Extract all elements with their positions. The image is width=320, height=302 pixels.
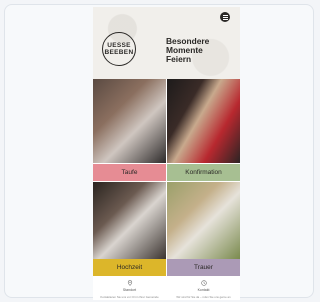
menu-button[interactable]: [220, 12, 230, 22]
brand-logo[interactable]: UESSE BEEBEN: [102, 32, 136, 66]
footer-contact-title: Kontakt: [197, 288, 210, 292]
footer-location[interactable]: Standort Kontaktieren Sie uns vor Ort in…: [93, 280, 166, 299]
taufe-photo: [93, 79, 166, 163]
konfirmation-photo: [167, 79, 240, 163]
tile-konfirmation[interactable]: Konfirmation: [167, 79, 240, 181]
app-footer: Standort Kontaktieren Sie uns vor Ort in…: [93, 276, 240, 300]
hochzeit-photo: [93, 182, 166, 259]
trauer-photo: [167, 182, 240, 259]
location-pin-icon: [127, 280, 132, 286]
tile-hochzeit[interactable]: Hochzeit: [93, 182, 166, 276]
app-header: UESSE BEEBEN Besondere Momente Feiern: [93, 7, 240, 79]
footer-location-title: Standort: [122, 288, 137, 292]
tile-taufe[interactable]: Taufe: [93, 79, 166, 181]
page-headline: Besondere Momente Feiern: [166, 37, 236, 64]
tile-label: Trauer: [167, 259, 240, 276]
footer-location-text: Kontaktieren Sie uns vor Ort in Ihrer Ge…: [100, 295, 159, 299]
logo-line-2: BEEBEN: [104, 49, 134, 56]
footer-contact[interactable]: Kontakt Wir sind für Sie da – rufen Sie …: [167, 280, 240, 299]
tile-label: Hochzeit: [93, 259, 166, 276]
app-screen: UESSE BEEBEN Besondere Momente Feiern Ta…: [93, 7, 240, 300]
tile-label: Konfirmation: [167, 164, 240, 181]
tile-trauer[interactable]: Trauer: [167, 182, 240, 276]
tile-label: Taufe: [93, 164, 166, 181]
logo-line-1: UESSE: [107, 42, 131, 49]
headline-line-3: Feiern: [166, 54, 192, 64]
footer-contact-text: Wir sind für Sie da – rufen Sie uns gern…: [176, 295, 231, 299]
clock-icon: [200, 280, 207, 286]
